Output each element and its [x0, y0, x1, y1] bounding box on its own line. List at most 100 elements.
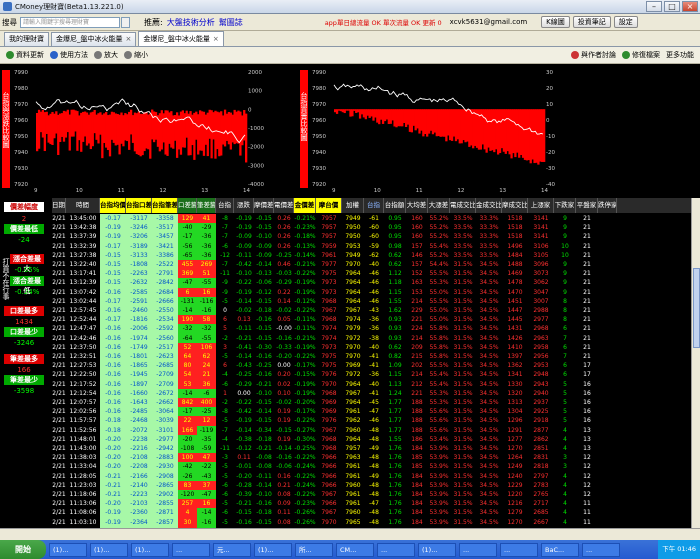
y-tick-label-right: -10 [546, 134, 555, 140]
column-header[interactable]: 漲跌 [234, 198, 254, 213]
taskbar-item[interactable]: (1)... [254, 542, 292, 557]
x-tick-label: 11 [416, 188, 423, 194]
y-tick-label-left: 7950 [312, 134, 326, 140]
side-v4: -0.24% [14, 288, 40, 296]
column-header[interactable]: 台指均價 [100, 198, 126, 213]
taskbar-item[interactable]: (1)... [418, 542, 456, 557]
data-grid[interactable]: 日期時間台指均價台指口差台指筆差口差變動筆差變動台指漲跌摩價差電價差金價差摩台價… [52, 198, 700, 528]
table-cell: 34.5% [479, 518, 499, 526]
table-cell: 11 [583, 518, 591, 526]
minimize-button[interactable]: – [646, 1, 662, 12]
search-input[interactable]: 請輸入關鍵字搜尋理財寶 [20, 16, 120, 28]
taskbar-item[interactable]: ... [377, 542, 415, 557]
y-tick-label-left: 7940 [14, 150, 28, 156]
y-tick-label-right: 0 [546, 118, 550, 124]
column-header[interactable]: 金成交比 [476, 198, 502, 213]
column-header[interactable]: 摩成交比 [502, 198, 528, 213]
table-cell: 4 [563, 518, 567, 526]
column-header[interactable]: 平盤家 [576, 198, 598, 213]
taskbar-item[interactable]: CM... [336, 542, 374, 557]
recommend-link-2[interactable]: 幫圖誌 [219, 17, 243, 28]
taskbar-item[interactable]: BaC... [541, 542, 579, 557]
table-cell: 7965 [345, 518, 361, 526]
y-tick-label-left: 7960 [14, 118, 28, 124]
fix-label: 修復檔案 [632, 51, 660, 59]
side-h5: 口差最多 [4, 306, 44, 316]
column-header[interactable]: 下跌家 [554, 198, 576, 213]
column-header[interactable]: 台指口差 [126, 198, 152, 213]
x-tick-label: 14 [243, 188, 250, 194]
column-header[interactable]: 台指筆差 [152, 198, 178, 213]
column-header[interactable]: 台指 [364, 198, 384, 213]
start-button[interactable]: 開始 [0, 540, 46, 559]
x-tick-label: 11 [118, 188, 125, 194]
kline-button[interactable]: K線圖 [541, 16, 570, 28]
y-tick-label-left: 7980 [14, 86, 28, 92]
column-header[interactable]: 時間 [66, 198, 100, 213]
table-cell: 1.76 [388, 518, 402, 526]
more-button[interactable]: 更多功能 [666, 50, 694, 60]
taskbar-item[interactable]: ... [459, 542, 497, 557]
column-header[interactable]: 大均差 [406, 198, 428, 213]
column-header[interactable]: 加權 [342, 198, 364, 213]
column-header[interactable]: 口差變動 [178, 198, 197, 213]
column-header[interactable]: 電成交比 [450, 198, 476, 213]
column-header[interactable]: 金價差 [294, 198, 316, 213]
settings-button[interactable]: 設定 [613, 16, 638, 28]
horizontal-scrollbar[interactable] [0, 528, 700, 540]
notes-button[interactable]: 投資筆記 [572, 16, 611, 28]
recommend-link-1[interactable]: 大盤技術分析 [167, 17, 215, 28]
close-button[interactable]: × [682, 1, 698, 12]
table-cell: 0.08 [277, 518, 291, 526]
taskbar-item[interactable]: 元... [213, 542, 251, 557]
tab-energy-1[interactable]: 金爆尼_盤中冰火能量 × [51, 32, 137, 46]
column-header[interactable]: 跌停家 [598, 198, 617, 213]
column-header[interactable]: 摩價差 [254, 198, 274, 213]
taskbar-item[interactable]: ... [500, 542, 538, 557]
chart-side-label: 台指買賣比較圖 [300, 91, 308, 142]
taskbar-item[interactable]: (1)... [90, 542, 128, 557]
y-tick-label-right: 10 [546, 102, 553, 108]
y-tick-label-left: 7950 [14, 134, 28, 140]
refresh-button[interactable]: 資料更新 [6, 50, 44, 60]
fix-file-button[interactable]: 修復檔案 [622, 50, 660, 60]
zoom-in-label: 放大 [104, 51, 118, 59]
taskbar-item[interactable]: (1)... [49, 542, 87, 557]
zoom-in-button[interactable]: 放大 [94, 50, 118, 60]
column-header[interactable]: 上漲家 [528, 198, 554, 213]
column-header[interactable]: 摩台價 [316, 198, 342, 213]
column-header[interactable]: 大漲差 [428, 198, 450, 213]
taskbar-item[interactable]: 所... [295, 542, 333, 557]
column-header[interactable]: 電價差 [274, 198, 294, 213]
close-tab-icon[interactable]: × [213, 33, 219, 46]
zoom-in-icon [94, 51, 102, 59]
vertical-scrollbar[interactable] [691, 198, 700, 528]
y-tick-label-left: 7920 [14, 182, 28, 188]
zoom-out-button[interactable]: 縮小 [124, 50, 148, 60]
taskbar-item[interactable]: ... [582, 542, 620, 557]
y-tick-label-right: 30 [546, 70, 553, 76]
x-tick-label: 9 [332, 188, 336, 194]
y-tick-label-right: -4000 [248, 182, 264, 188]
zoom-out-label: 縮小 [134, 51, 148, 59]
taskbar-item[interactable]: ... [172, 542, 210, 557]
column-header[interactable]: 日期 [52, 198, 66, 213]
tab-energy-2[interactable]: 金爆尼_盤中冰火能量 × [138, 31, 224, 46]
refresh-icon [6, 51, 14, 59]
tab-label: 金爆尼_盤中冰火能量 [143, 34, 210, 43]
search-go-button[interactable] [121, 16, 130, 28]
table-row[interactable]: 2/21 11:03:10 -0.19 -2364 -2857 30 -16 -5 -0.16-… [52, 517, 700, 528]
scroll-thumb[interactable] [693, 268, 700, 348]
column-header[interactable]: 筆差變動 [197, 198, 216, 213]
more-label: 更多功能 [666, 51, 694, 59]
discuss-button[interactable]: 與作者討論 [571, 50, 616, 60]
taskbar-item[interactable]: (1)... [131, 542, 169, 557]
howto-button[interactable]: 使用方法 [50, 50, 88, 60]
x-tick-label: 13 [499, 188, 506, 194]
column-header[interactable]: 台指額 [384, 198, 406, 213]
close-tab-icon[interactable]: × [126, 33, 132, 46]
column-header[interactable]: 台指 [216, 198, 234, 213]
maximize-button[interactable]: □ [664, 1, 680, 12]
tab-my-finance[interactable]: 我的理財寶 [4, 32, 49, 46]
side-v7: 166 [17, 366, 31, 374]
